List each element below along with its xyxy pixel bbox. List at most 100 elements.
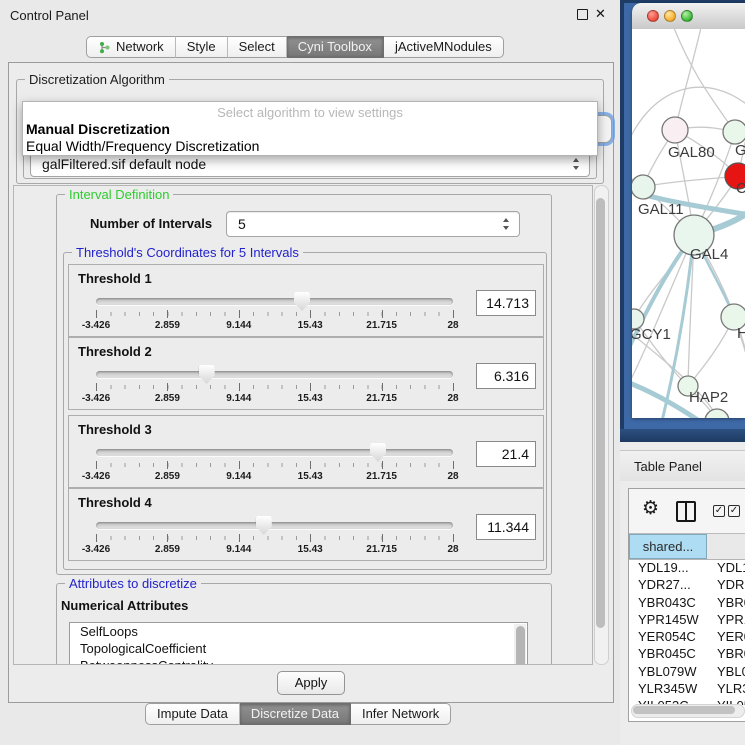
tab-style[interactable]: Style <box>176 36 228 58</box>
control-panel: Control Panel ✕ Network Style Select Cyn… <box>0 0 620 745</box>
table-panel: Table Panel ⚙ ✓ ✓ shared... na YDL19...Y… <box>620 442 745 745</box>
threshold-1-panel: Threshold 1 -3.4262.8599.14415.4321.7152… <box>68 264 544 337</box>
threshold-2-panel: Threshold 2 -3.4262.8599.14415.4321.7152… <box>68 337 544 410</box>
list-item[interactable]: BetweennessCentrality <box>70 657 527 665</box>
tab-network[interactable]: Network <box>86 36 176 58</box>
list-scrollbar[interactable] <box>514 624 526 665</box>
top-tab-bar: Network Style Select Cyni Toolbox jActiv… <box>86 36 504 58</box>
slider-thumb[interactable] <box>256 516 272 535</box>
tab-jactivemnodules[interactable]: jActiveMNodules <box>384 36 504 58</box>
network-window[interactable]: GAL80 G C GAL11 GAL4 GCY1 H HAP2 <box>632 3 745 418</box>
slider-minor-ticks <box>96 385 453 389</box>
slider-minor-ticks <box>96 536 453 540</box>
discretization-algorithm-group: Discretization Algorithm Select algorith… <box>16 79 604 184</box>
table-toolbar: ⚙ ✓ ✓ <box>629 489 745 533</box>
threshold-4-slider[interactable]: -3.4262.8599.14415.4321.71528 <box>96 515 453 557</box>
settings-scrollbar[interactable] <box>594 185 609 665</box>
control-panel-titlebar: Control Panel ✕ <box>0 0 620 30</box>
close-icon[interactable]: ✕ <box>595 6 606 22</box>
threshold-3-slider[interactable]: -3.4262.8599.14415.4321.71528 <box>96 442 453 484</box>
tab-network-label: Network <box>116 37 164 57</box>
network-window-titlebar[interactable] <box>632 3 745 30</box>
tab-discretize-data[interactable]: Discretize Data <box>240 703 351 725</box>
tab-infer-network[interactable]: Infer Network <box>351 703 451 725</box>
number-of-intervals-label: Number of Intervals <box>90 216 212 231</box>
dropdown-option-equal-width-frequency[interactable]: Equal Width/Frequency Discretization <box>26 138 259 154</box>
mode-tab-bar: Impute Data Discretize Data Infer Networ… <box>145 703 451 725</box>
table-header-row: shared... na <box>629 533 745 560</box>
table-row[interactable]: YER054CYER05 <box>629 628 745 645</box>
tab-impute-data[interactable]: Impute Data <box>145 703 240 725</box>
network-view-frame: GAL80 G C GAL11 GAL4 GCY1 H HAP2 <box>620 0 745 442</box>
settings-scroll-area: Interval Definition Number of Intervals … <box>13 185 593 665</box>
column-header-name[interactable]: na <box>708 534 745 559</box>
tab-cyni-toolbox[interactable]: Cyni Toolbox <box>287 36 384 58</box>
node-label-partial-h: H <box>737 325 745 342</box>
table-row[interactable]: YLR345WYLR34 <box>629 680 745 697</box>
slider-track[interactable] <box>96 522 453 529</box>
threshold-2-label: Threshold 2 <box>78 344 152 359</box>
close-traffic-light-icon[interactable] <box>647 10 659 22</box>
slider-track[interactable] <box>96 371 453 378</box>
threshold-4-panel: Threshold 4 -3.4262.8599.14415.4321.7152… <box>68 488 544 561</box>
table-data-combobox-value: galFiltered.sif default node <box>42 156 206 172</box>
node-gal11 <box>632 175 655 199</box>
checkbox-icon[interactable]: ✓ <box>713 505 725 517</box>
network-canvas[interactable]: GAL80 G C GAL11 GAL4 GCY1 H HAP2 <box>632 29 745 418</box>
zoom-traffic-light-icon[interactable] <box>681 10 693 22</box>
table-horizontal-scrollbar[interactable] <box>631 704 745 718</box>
thresholds-group-title: Threshold's Coordinates for 5 Intervals <box>72 245 303 260</box>
float-window-icon[interactable] <box>577 9 588 20</box>
discretization-algorithm-group-title: Discretization Algorithm <box>25 72 169 87</box>
node-label-gcy1: GCY1 <box>632 326 671 343</box>
slider-thumb[interactable] <box>199 365 215 384</box>
tab-select[interactable]: Select <box>228 36 287 58</box>
checkbox-icon[interactable]: ✓ <box>728 505 740 517</box>
numerical-attributes-list[interactable]: SelfLoops TopologicalCoefficient Between… <box>69 622 528 665</box>
slider-minor-ticks <box>96 463 453 467</box>
node-gal80 <box>662 117 688 143</box>
table-row[interactable]: YBR043CYBR04 <box>629 594 745 611</box>
threshold-2-slider[interactable]: -3.4262.8599.14415.4321.71528 <box>96 364 453 406</box>
threshold-1-value-field[interactable] <box>476 290 536 316</box>
list-item[interactable]: TopologicalCoefficient <box>70 640 527 657</box>
threshold-3-value-field[interactable] <box>476 441 536 467</box>
node-label-gal11: GAL11 <box>638 201 684 218</box>
slider-track[interactable] <box>96 449 453 456</box>
table-row[interactable]: YBR045CYBR04 <box>629 645 745 662</box>
number-of-intervals-combobox[interactable]: 5 <box>226 211 520 237</box>
split-panel-icon[interactable] <box>676 501 696 522</box>
gear-icon[interactable]: ⚙ <box>642 497 659 520</box>
column-header-shared-name[interactable]: shared... <box>629 534 707 559</box>
threshold-4-label: Threshold 4 <box>78 495 152 510</box>
threshold-3-label: Threshold 3 <box>78 422 152 437</box>
node-label-gal4: GAL4 <box>690 246 728 263</box>
node-label-partial-g: G <box>735 142 745 159</box>
node-partial-top-right <box>723 120 745 144</box>
node-label-hap2: HAP2 <box>689 389 728 406</box>
node-table: ⚙ ✓ ✓ shared... na YDL19...YDL19 YDR27..… <box>628 488 745 722</box>
threshold-2-value-field[interactable] <box>476 363 536 389</box>
table-panel-title: Table Panel <box>634 459 702 474</box>
table-row[interactable]: YBL079WYBL07 <box>629 663 745 680</box>
interval-definition-group-title: Interval Definition <box>65 187 173 202</box>
apply-button[interactable]: Apply <box>277 671 345 695</box>
threshold-1-slider[interactable]: -3.4262.8599.14415.4321.71528 <box>96 291 453 333</box>
table-rows: YDL19...YDL19 YDR27...YDR27 YBR043CYBR04… <box>629 559 745 705</box>
threshold-3-panel: Threshold 3 -3.4262.8599.14415.4321.7152… <box>68 415 544 488</box>
interval-definition-group: Interval Definition Number of Intervals … <box>56 194 552 575</box>
thresholds-group: Threshold's Coordinates for 5 Intervals … <box>63 252 547 570</box>
threshold-4-value-field[interactable] <box>476 514 536 540</box>
node-label-partial-c: C <box>736 180 745 197</box>
table-row[interactable]: YDL19...YDL19 <box>629 559 745 576</box>
table-row[interactable]: YDR27...YDR27 <box>629 576 745 593</box>
dropdown-option-manual-discretization[interactable]: Manual Discretization <box>26 121 170 137</box>
slider-track[interactable] <box>96 298 453 305</box>
threshold-1-label: Threshold 1 <box>78 271 152 286</box>
minimize-traffic-light-icon[interactable] <box>664 10 676 22</box>
list-item[interactable]: SelfLoops <box>70 623 527 640</box>
attributes-group-title: Attributes to discretize <box>65 576 201 591</box>
slider-thumb[interactable] <box>294 292 310 311</box>
table-row[interactable]: YPR145WYPR14 <box>629 611 745 628</box>
slider-thumb[interactable] <box>370 443 386 462</box>
